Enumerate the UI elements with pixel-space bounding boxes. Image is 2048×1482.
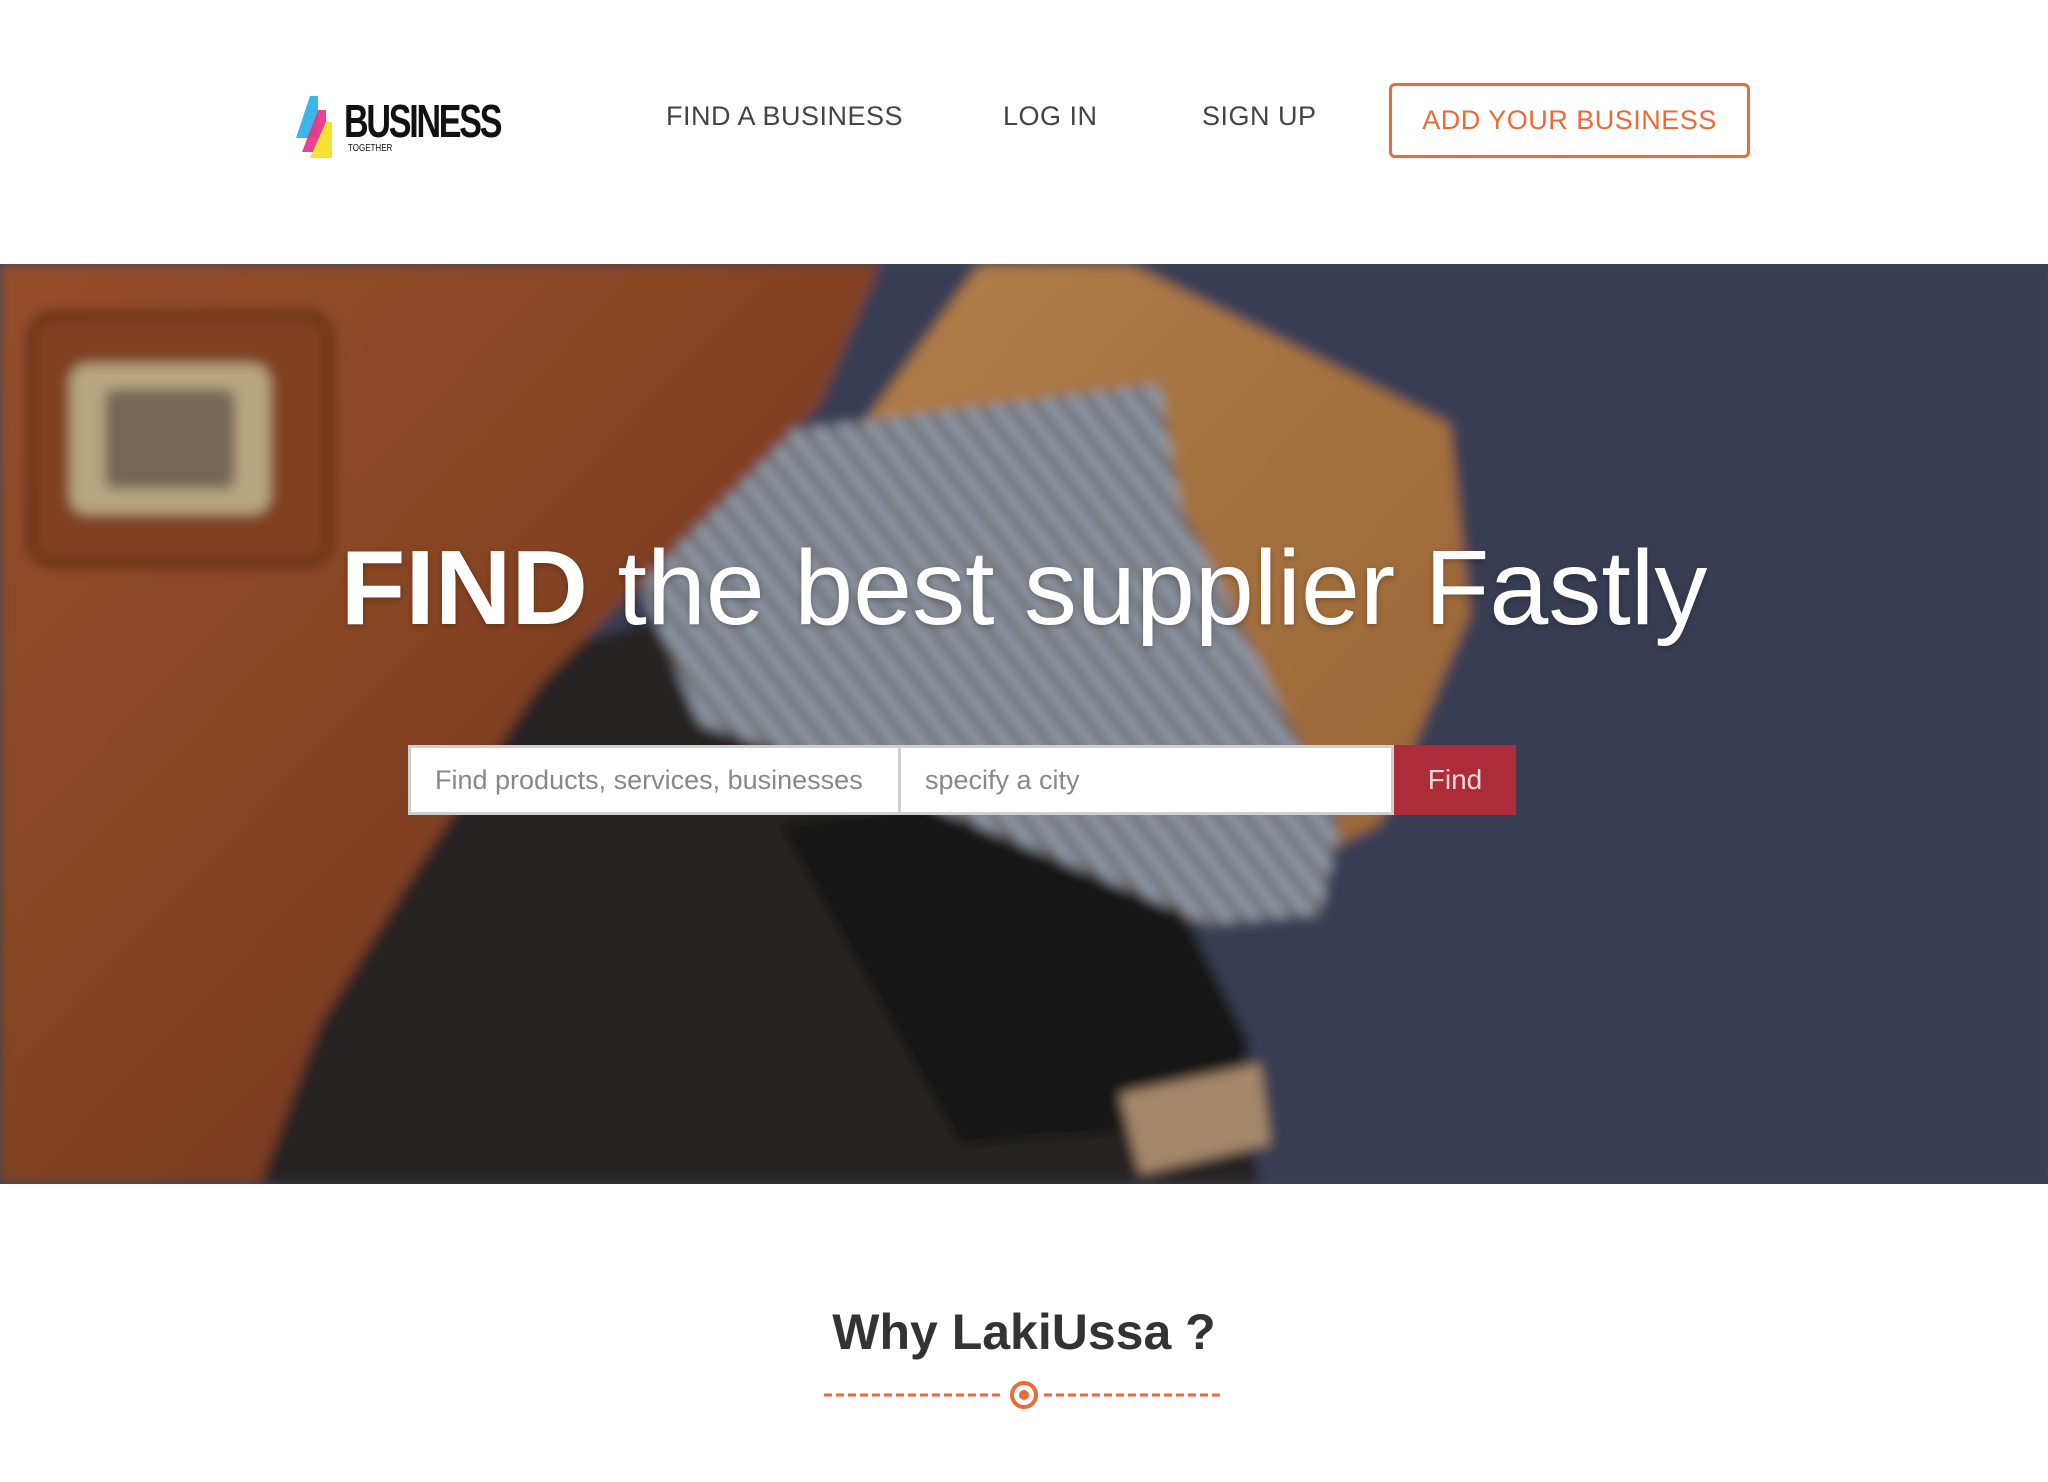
why-section: Why LakiUssa ?: [0, 1184, 2048, 1482]
nav-log-in[interactable]: LOG IN: [1003, 100, 1098, 132]
search-what-input[interactable]: [408, 745, 901, 815]
hero-headline-rest: the best supplier Fastly: [587, 529, 1708, 647]
brand-name: BUSINESS: [344, 95, 502, 147]
brand-logo[interactable]: BUSINESS TOGETHER: [296, 94, 502, 158]
brand-tagline: TOGETHER: [348, 143, 393, 154]
find-button[interactable]: Find: [1394, 745, 1516, 815]
hero-banner: FIND the best supplier Fastly Find: [0, 264, 2048, 1184]
nav-find-business[interactable]: FIND A BUSINESS: [666, 100, 903, 132]
add-your-business-button[interactable]: ADD YOUR BUSINESS: [1389, 83, 1750, 158]
section-divider: [824, 1381, 1224, 1409]
target-icon: [1010, 1381, 1038, 1409]
logo-triangles-icon: [296, 96, 332, 158]
hero-headline-strong: FIND: [340, 529, 588, 647]
why-title: Why LakiUssa ?: [832, 1304, 1216, 1360]
nav-sign-up[interactable]: SIGN UP: [1202, 100, 1317, 132]
site-header: BUSINESS TOGETHER FIND A BUSINESS LOG IN…: [0, 0, 2048, 264]
search-form: Find: [408, 745, 1516, 815]
hero-background-image: [0, 264, 2048, 1184]
search-city-input[interactable]: [901, 745, 1394, 815]
hero-headline: FIND the best supplier Fastly: [0, 528, 2048, 648]
